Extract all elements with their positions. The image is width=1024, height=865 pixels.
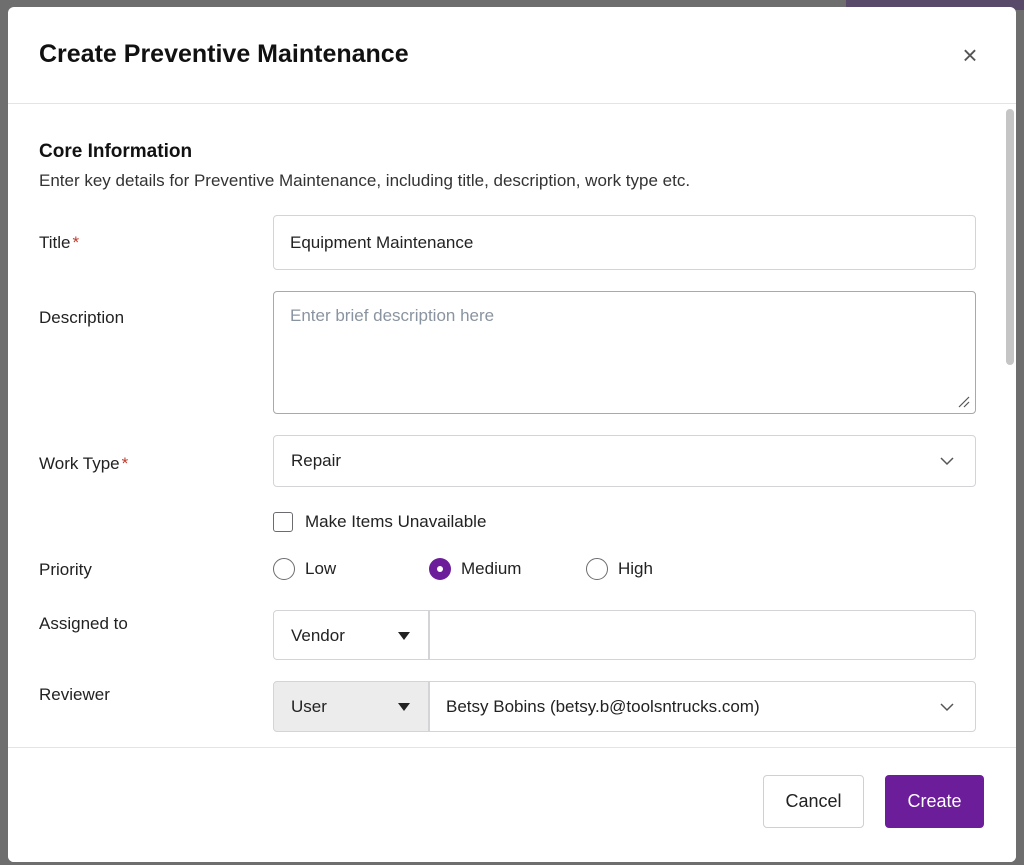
close-icon[interactable]: × [958,42,982,68]
title-label: Title * [39,233,79,253]
modal-title: Create Preventive Maintenance [39,40,409,68]
assigned-to-type-value: Vendor [291,626,345,645]
work-type-select[interactable]: Repair [273,435,976,487]
description-textarea[interactable] [273,291,976,414]
work-type-label: Work Type * [39,454,128,474]
assigned-to-type-select[interactable]: Vendor [273,610,429,660]
assigned-to-label: Assigned to [39,614,128,633]
priority-label: Priority [39,560,92,579]
make-items-unavailable-checkbox[interactable] [273,512,293,532]
caret-down-icon [398,703,410,711]
priority-radio-medium[interactable] [429,558,451,580]
caret-down-icon [398,632,410,640]
reviewer-type-value: User [291,697,327,716]
section-description: Enter key details for Preventive Mainten… [39,171,691,190]
priority-radio-high[interactable] [586,558,608,580]
description-label: Description [39,308,125,327]
assigned-to-input-wrap [429,610,976,660]
work-type-value: Repair [291,451,342,470]
title-label-text: Title [39,233,71,252]
reviewer-label: Reviewer [39,685,110,704]
required-mark: * [72,233,80,252]
reviewer-select[interactable]: Betsy Bobins (betsy.b@toolsntrucks.com) [429,681,976,732]
section-title: Core Information [39,141,193,162]
priority-label-high: High [618,559,653,578]
modal-footer: Cancel Create [8,747,1016,862]
scrollbar-thumb[interactable] [1006,109,1014,365]
required-mark: * [121,454,129,473]
modal-header: Create Preventive Maintenance × [8,7,1016,104]
reviewer-value: Betsy Bobins (betsy.b@toolsntrucks.com) [446,697,760,716]
assigned-to-input[interactable] [430,611,975,659]
priority-radio-low[interactable] [273,558,295,580]
cancel-button[interactable]: Cancel [763,775,864,828]
chevron-down-icon [940,703,954,712]
make-items-unavailable-label: Make Items Unavailable [305,512,487,531]
priority-label-low: Low [305,559,337,578]
modal-body: Core Information Enter key details for P… [8,105,1016,747]
reviewer-type-select[interactable]: User [273,681,429,732]
work-type-label-text: Work Type [39,454,120,473]
priority-label-medium: Medium [461,559,522,578]
title-input[interactable] [273,215,976,270]
resize-grip-icon[interactable] [956,394,970,408]
create-pm-modal: Create Preventive Maintenance × Core Inf… [8,7,1016,862]
chevron-down-icon [940,457,954,466]
create-button[interactable]: Create [885,775,984,828]
